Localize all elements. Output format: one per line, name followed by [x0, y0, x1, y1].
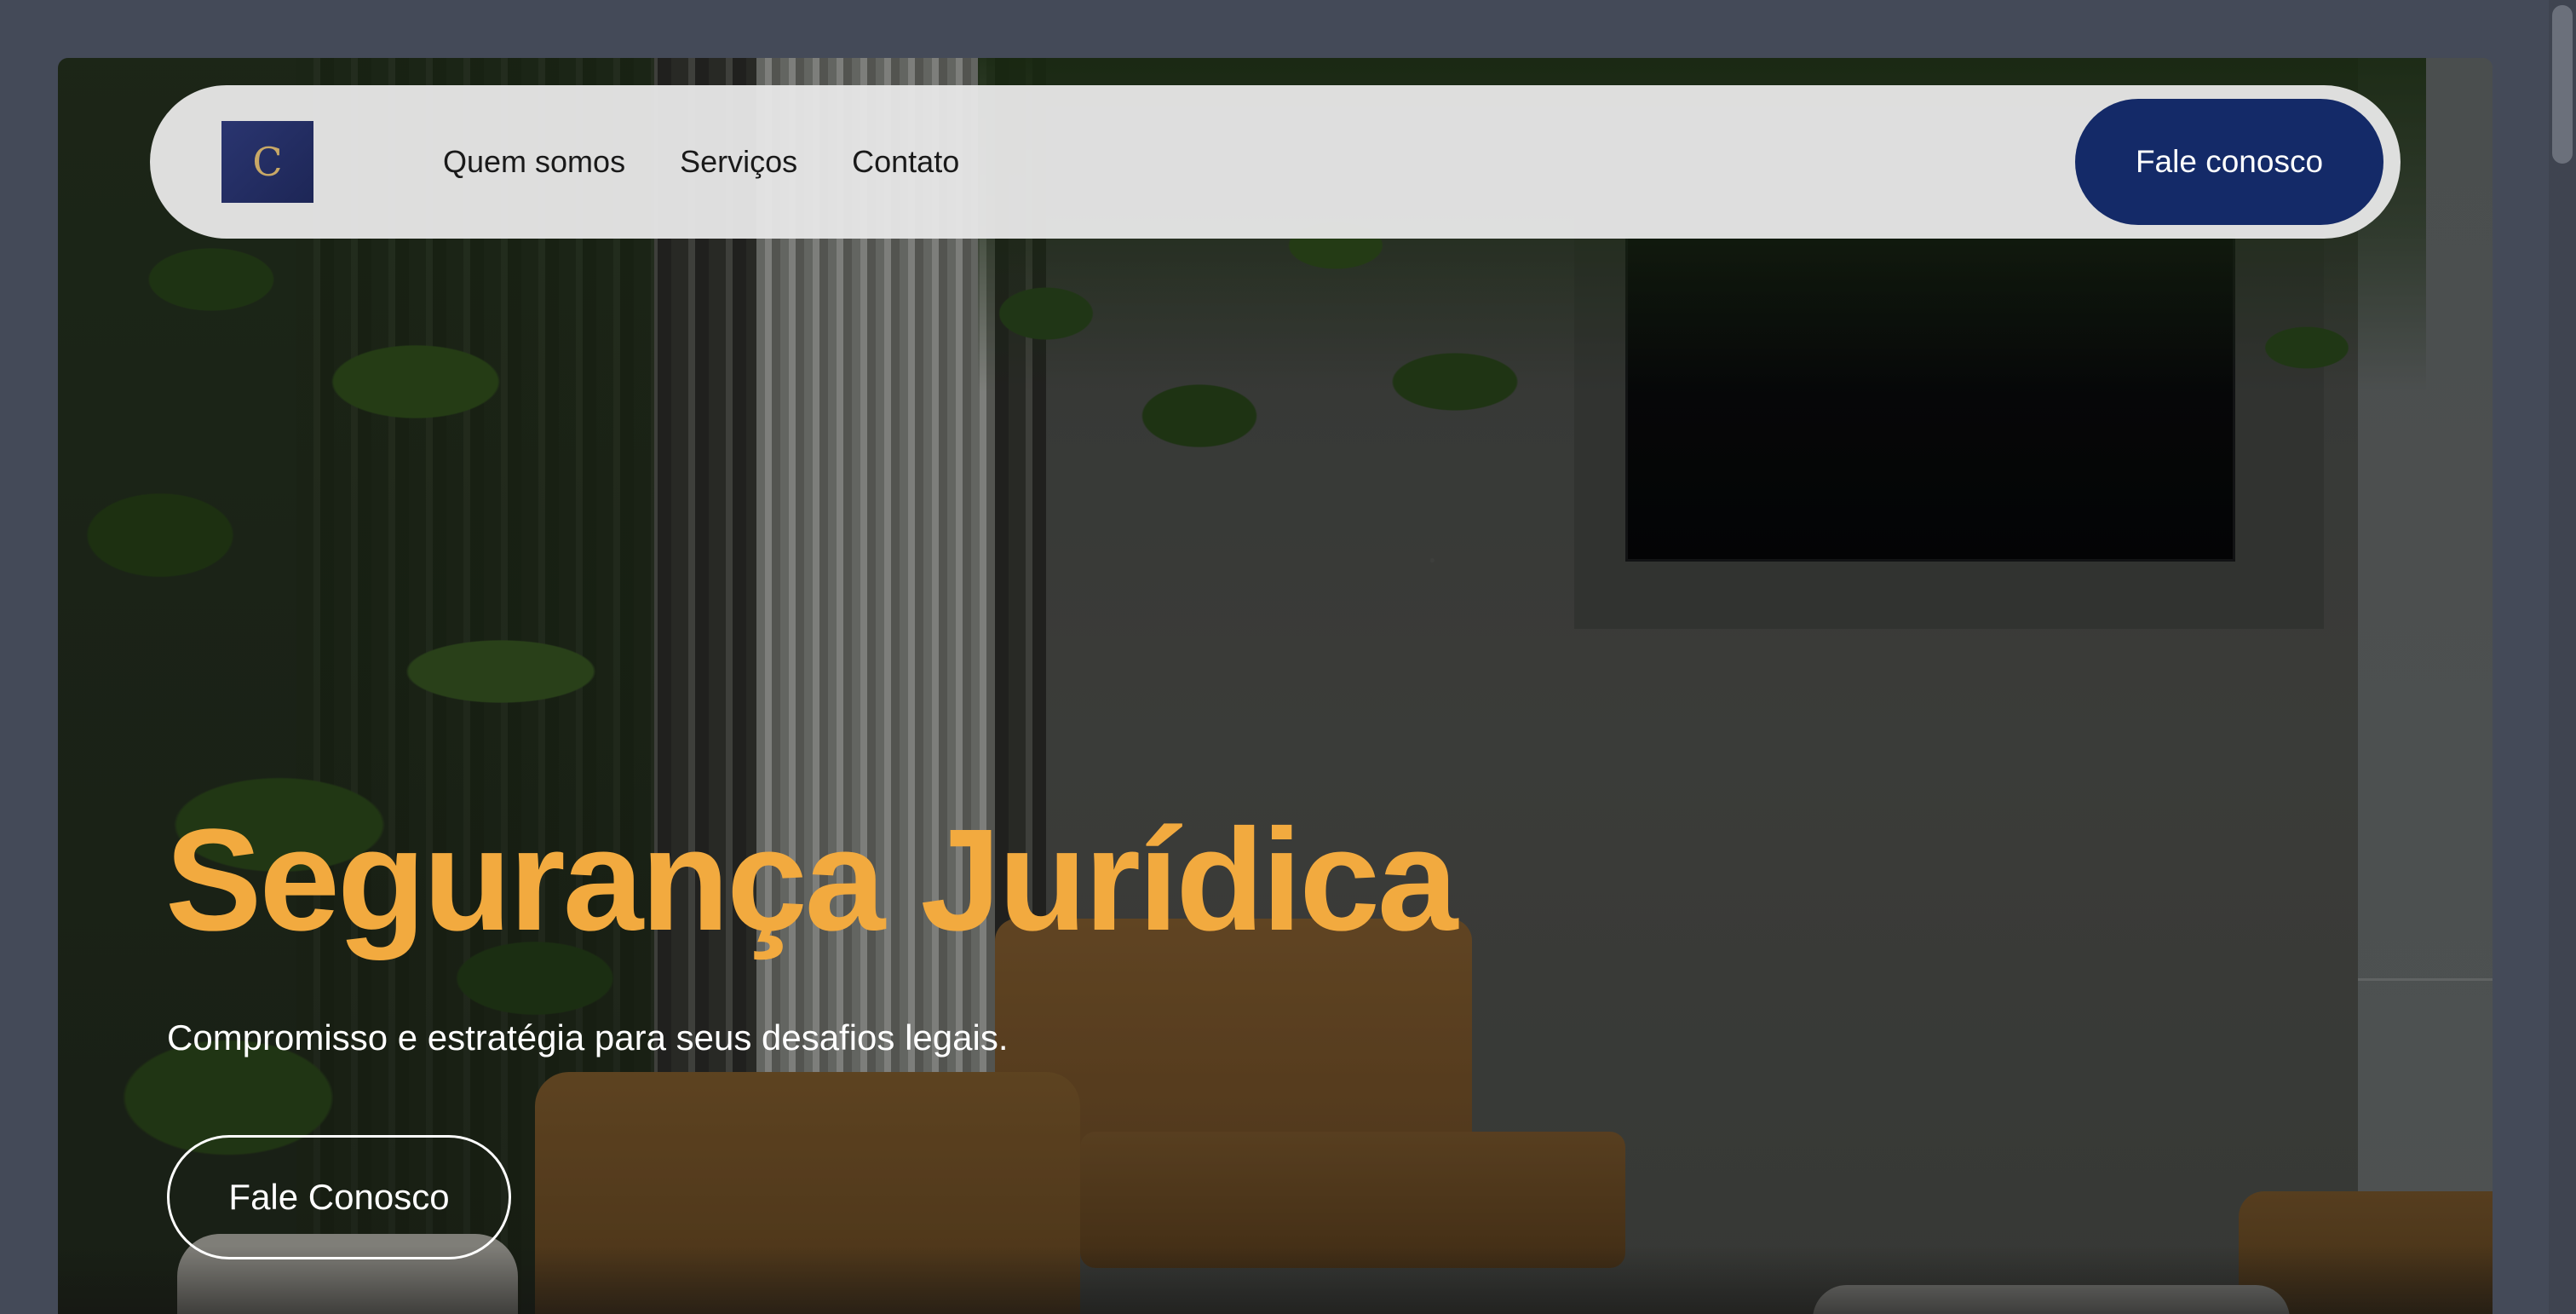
nav-link-servicos[interactable]: Serviços: [680, 144, 797, 180]
hero-title: Segurança Jurídica: [165, 799, 1458, 961]
browser-viewport: C Quem somos Serviços Contato Fale conos…: [58, 58, 2493, 1314]
hero-subtitle: Compromisso e estratégia para seus desaf…: [167, 1017, 1009, 1058]
vertical-scrollbar[interactable]: [2549, 0, 2576, 1314]
logo-letter: C: [252, 139, 283, 185]
scrollbar-thumb[interactable]: [2552, 5, 2573, 164]
nav-link-contato[interactable]: Contato: [852, 144, 959, 180]
nav-link-quem-somos[interactable]: Quem somos: [443, 144, 625, 180]
fale-conosco-hero-button[interactable]: Fale Conosco: [167, 1135, 511, 1259]
fale-conosco-nav-button[interactable]: Fale conosco: [2075, 99, 2383, 225]
hero-background-photo: [58, 58, 2493, 1314]
monogram-c-logo[interactable]: C: [221, 121, 313, 203]
top-navbar: C Quem somos Serviços Contato Fale conos…: [150, 85, 2401, 239]
nav-links: Quem somos Serviços Contato: [443, 85, 959, 239]
